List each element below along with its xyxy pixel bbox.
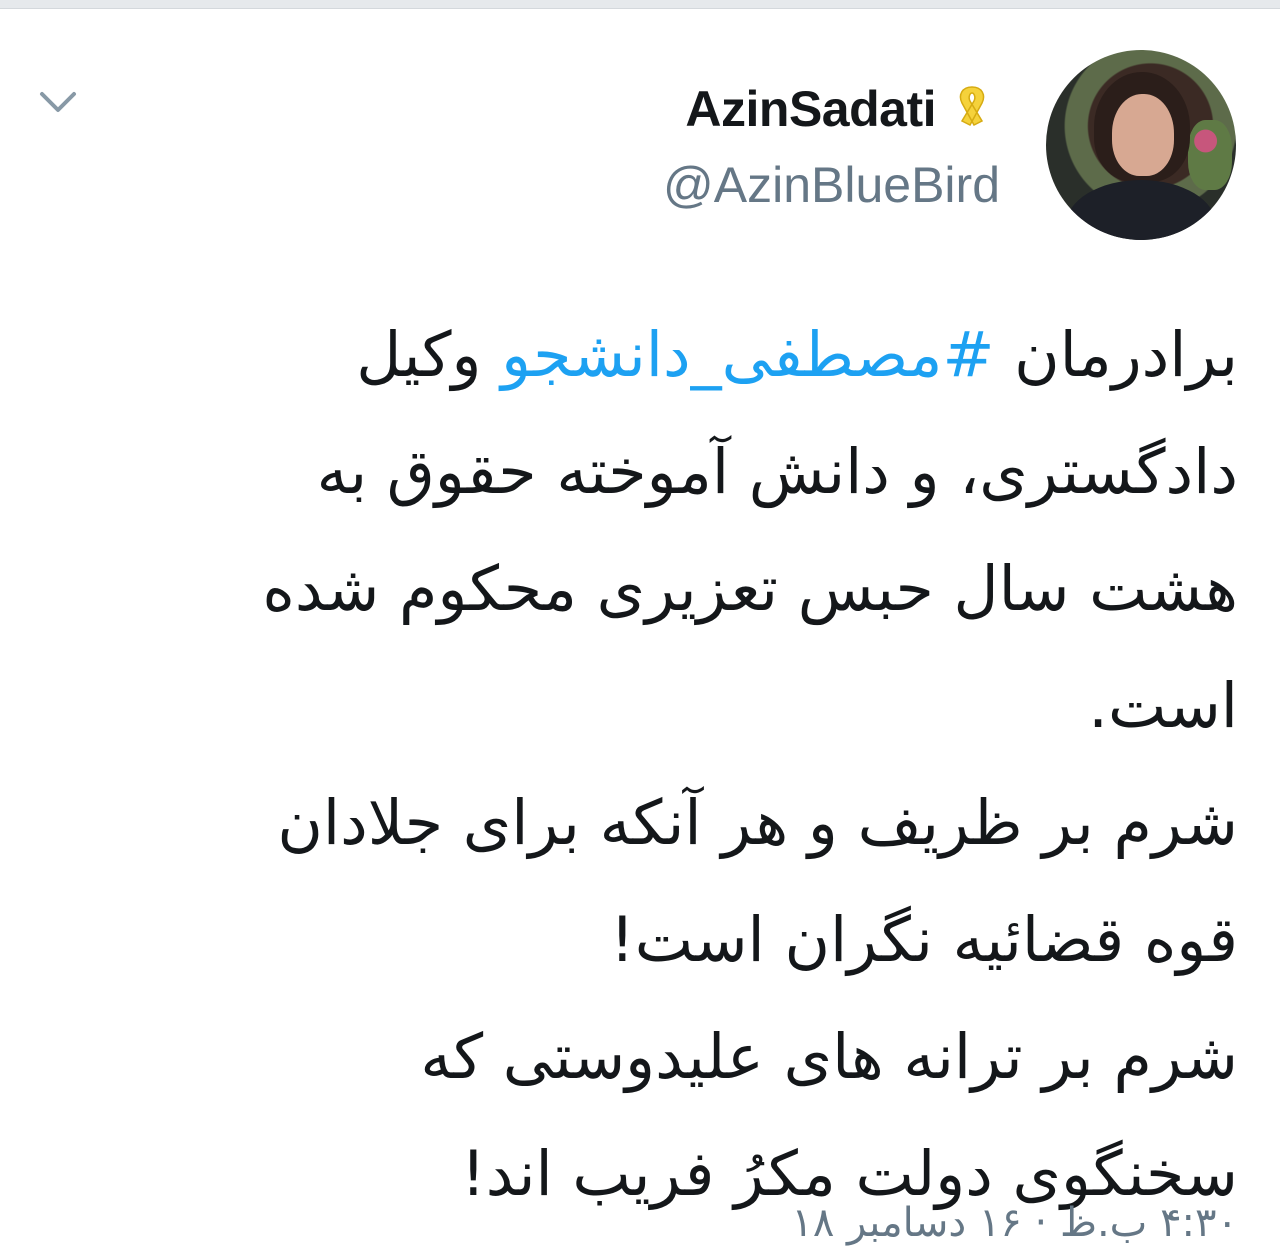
top-divider — [0, 0, 1280, 9]
tweet-line: شرم بر ترانه های علیدوستی که — [420, 1020, 1238, 1093]
tweet-line-1-suffix: وکیل — [356, 318, 502, 391]
tweet-line: هشت سال حبس تعزیری محکوم شده — [262, 552, 1238, 625]
tweet-line: دادگستری، و دانش آموخته حقوق به — [316, 435, 1238, 508]
display-name[interactable]: AzinSadati — [685, 80, 936, 138]
tweet-line-1-prefix: برادرمان — [994, 318, 1238, 391]
tweet-text: برادرمان #مصطفی_دانشجو وکیل دادگستری، و … — [58, 296, 1238, 1232]
tweet-line: قوه قضائیه نگران است! — [609, 903, 1238, 976]
tweet-timestamp[interactable]: ۴:۳۰ ب.ظ · ۱۶ دسامبر ۱۸ — [791, 1200, 1238, 1246]
avatar-face — [1112, 94, 1174, 176]
tweet-line: است. — [1088, 669, 1238, 742]
author-name-row[interactable]: AzinSadati — [685, 74, 1000, 144]
avatar[interactable] — [1046, 50, 1236, 240]
tweet-line: شرم بر ظریف و هر آنکه برای جلادان — [277, 786, 1238, 859]
yellow-ribbon-icon — [959, 86, 985, 126]
avatar-background-flowers — [1188, 120, 1232, 190]
user-handle[interactable]: @AzinBlueBird — [663, 156, 1000, 214]
chevron-down-icon — [40, 92, 76, 112]
tweet-line-1: برادرمان #مصطفی_دانشجو وکیل — [58, 296, 1238, 413]
avatar-shirt — [1066, 180, 1216, 240]
hashtag-link[interactable]: #مصطفی_دانشجو — [501, 318, 994, 391]
tweet-menu-button[interactable] — [36, 84, 80, 120]
